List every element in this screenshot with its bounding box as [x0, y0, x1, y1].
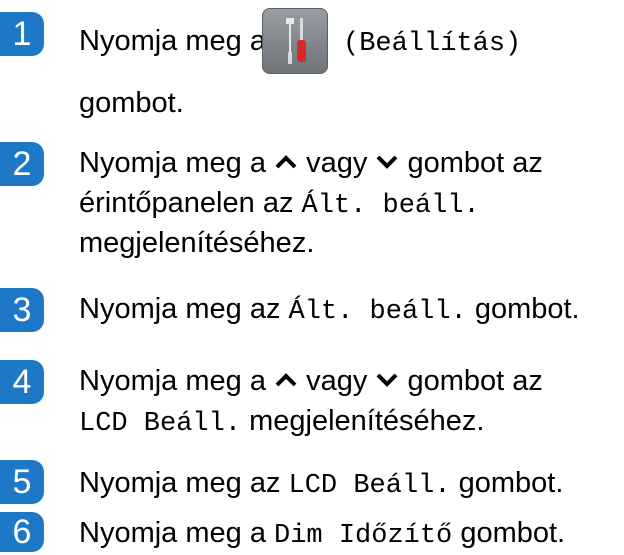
- step-6: 6 Nyomja meg a Dim Időzítő gombot.: [0, 512, 624, 555]
- step-text-line: Nyomja meg a vagy gombot az: [79, 146, 624, 181]
- step-text: érintőpanelen az: [79, 187, 294, 219]
- step-number-badge: 3: [0, 288, 44, 332]
- down-arrow-icon: [375, 363, 399, 397]
- step-number-badge: 5: [0, 460, 44, 504]
- menu-code-label: Ált. beáll.: [301, 191, 480, 221]
- step-5: 5 Nyomja meg az LCD Beáll. gombot.: [0, 460, 624, 508]
- step-text: Nyomja meg az: [79, 293, 281, 325]
- step-4: 4 Nyomja meg a vagy gombot az LCD Beáll.…: [0, 360, 624, 450]
- menu-code-label: LCD Beáll.: [79, 409, 242, 439]
- step-3: 3 Nyomja meg az Ált. beáll. gombot.: [0, 288, 624, 338]
- step-text: gombot.: [474, 293, 580, 325]
- settings-code-label: (Beállítás): [343, 29, 522, 59]
- instruction-page: 1 Nyomja meg a (Beállítás) gombot. 2 Nyo…: [0, 0, 624, 555]
- step-number-badge: 2: [0, 142, 44, 186]
- up-arrow-icon: [274, 145, 298, 179]
- step-text: gombot az: [407, 365, 543, 397]
- step-text: gombot.: [79, 87, 184, 119]
- step-2: 2 Nyomja meg a vagy gombot az érintőpane…: [0, 138, 624, 268]
- wrench-screwdriver-icon: [262, 8, 328, 74]
- up-arrow-icon: [274, 363, 298, 397]
- step-text: Nyomja meg a: [79, 517, 266, 549]
- step-text: Nyomja meg a: [79, 147, 266, 179]
- menu-code-label: Ált. beáll.: [288, 297, 467, 327]
- step-text: vagy: [306, 147, 368, 179]
- step-1: 1 Nyomja meg a (Beállítás) gombot.: [0, 8, 624, 119]
- step-text: Nyomja meg a: [79, 25, 266, 57]
- step-number-badge: 1: [0, 12, 44, 56]
- step-text: megjelenítéséhez.: [249, 405, 485, 437]
- down-arrow-icon: [375, 145, 399, 179]
- menu-code-label: Dim Időzítő: [274, 521, 453, 551]
- step-text: Nyomja meg az: [79, 467, 281, 499]
- step-text: vagy: [306, 365, 368, 397]
- step-text: gombot.: [460, 517, 566, 549]
- step-text: Nyomja meg a: [79, 365, 266, 397]
- step-number-badge: 6: [0, 512, 44, 552]
- step-number-badge: 4: [0, 360, 44, 404]
- step-text: gombot az: [407, 147, 543, 179]
- menu-code-label: LCD Beáll.: [288, 471, 451, 501]
- step-text: megjelenítéséhez.: [79, 227, 315, 259]
- step-text: gombot.: [458, 467, 564, 499]
